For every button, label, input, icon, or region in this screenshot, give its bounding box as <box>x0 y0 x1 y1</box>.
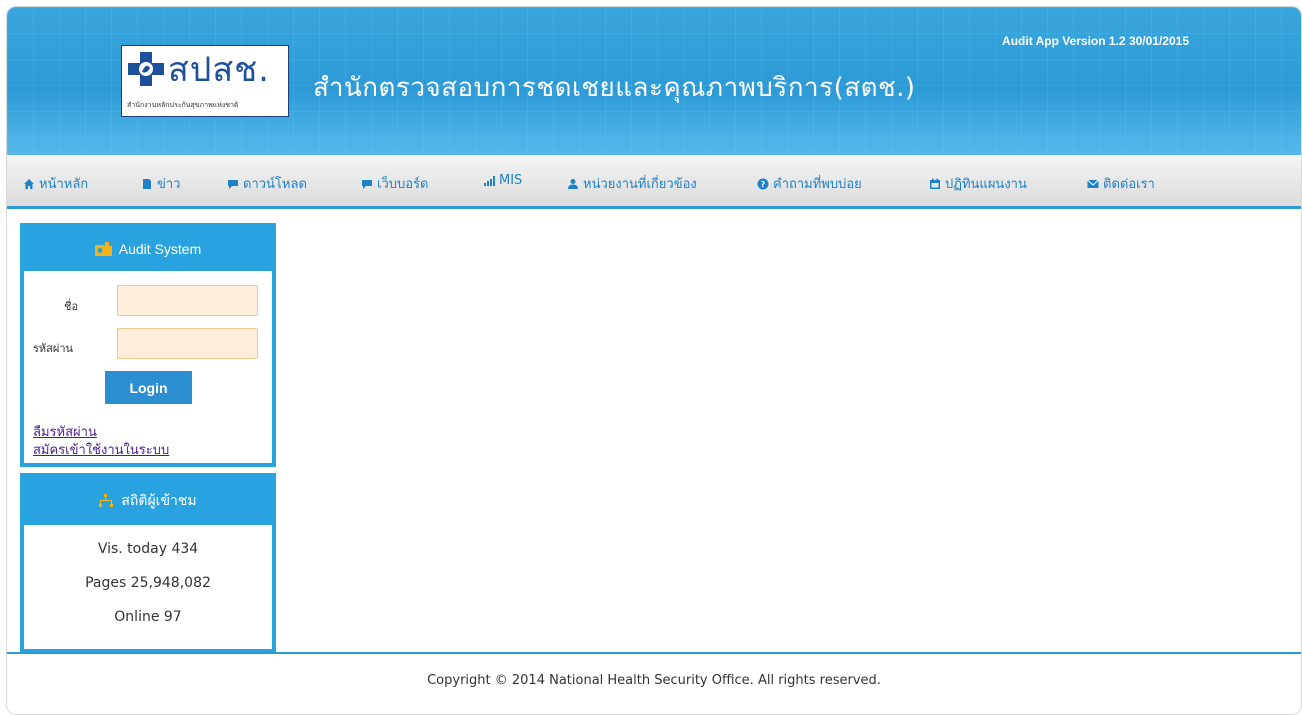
nav-item-calendar[interactable]: ปฏิทินแผนงาน <box>929 173 1027 194</box>
nav-item-related-agencies[interactable]: หน่วยงานที่เกี่ยวข้อง <box>567 173 697 194</box>
site-title: สำนักตรวจสอบการชดเชยและคุณภาพบริการ(สตช.… <box>313 73 916 103</box>
nav-label-faq: คำถามที่พบบ่อย <box>773 177 862 192</box>
name-label: ชื่อ <box>64 300 79 313</box>
visitor-stats-panel: สถิติผู้เข้าชม Vis. today 434 Pages 25,9… <box>20 473 276 653</box>
stats-panel-title: สถิติผู้เข้าชม <box>121 492 197 508</box>
stat-online: Online 97 <box>114 609 182 625</box>
nav-label-calendar: ปฏิทินแผนงาน <box>945 177 1027 192</box>
nav-label-news: ข่าว <box>157 177 181 192</box>
nav-item-faq[interactable]: ? คำถามที่พบบ่อย <box>757 173 862 194</box>
audit-form: ชื่อ รหัสผ่าน Login ลืมรหัสผ่าน สมัครเข้… <box>24 271 272 463</box>
audit-panel-header: Audit System <box>24 227 272 271</box>
stats-panel-header: สถิติผู้เข้าชม <box>24 477 272 525</box>
password-label: รหัสผ่าน <box>33 342 74 355</box>
nav-label-related-agencies: หน่วยงานที่เกี่ยวข้อง <box>583 177 697 192</box>
site-header: สปสช. สำนักงานหลักประกันสุขภาพแห่งชาติ ส… <box>7 7 1301 155</box>
stat-visits-today: Vis. today 434 <box>97 541 199 557</box>
nhso-logo[interactable]: สปสช. สำนักงานหลักประกันสุขภาพแห่งชาติ <box>121 45 289 117</box>
register-link[interactable]: สมัครเข้าใช้งานในระบบ <box>33 439 169 460</box>
envelope-icon <box>1087 179 1099 188</box>
nhso-cross-icon <box>128 52 164 86</box>
main-nav: หน้าหลัก ข่าว ดาวน์โหลด เว็บบอร์ด MIS หน… <box>7 155 1301 209</box>
stat-pages: Pages 25,948,082 <box>85 575 211 591</box>
nav-label-contact: ติดต่อเรา <box>1103 177 1155 192</box>
nav-item-contact[interactable]: ติดต่อเรา <box>1087 173 1155 194</box>
nav-label-mis: MIS <box>499 173 523 188</box>
calendar-icon <box>930 178 940 189</box>
audit-panel-title: Audit System <box>118 241 202 257</box>
footer-divider <box>7 652 1301 654</box>
audit-logo-icon <box>94 242 112 256</box>
logo-wordmark: สปสช. <box>168 50 270 90</box>
nav-label-home: หน้าหลัก <box>39 177 89 192</box>
nav-label-webboard: เว็บบอร์ด <box>377 177 429 192</box>
logo-subtitle: สำนักงานหลักประกันสุขภาพแห่งชาติ <box>127 101 239 109</box>
stats-body: Vis. today 434 Pages 25,948,082 Online 9… <box>24 525 272 649</box>
signal-icon <box>484 175 495 186</box>
page-frame: สปสช. สำนักงานหลักประกันสุขภาพแห่งชาติ ส… <box>6 6 1302 715</box>
comment-icon <box>228 179 238 189</box>
audit-login-panel: Audit System ชื่อ รหัสผ่าน Login ลืมรหัส… <box>20 223 276 467</box>
home-icon <box>24 178 34 189</box>
password-input[interactable] <box>117 328 258 359</box>
question-icon: ? <box>757 178 769 189</box>
footer-copyright: Copyright © 2014 National Health Securit… <box>427 673 881 688</box>
nav-label-download: ดาวน์โหลด <box>243 177 307 192</box>
document-icon <box>143 178 151 189</box>
app-version: Audit App Version 1.2 30/01/2015 <box>1002 34 1189 48</box>
nav-item-download[interactable]: ดาวน์โหลด <box>227 173 307 194</box>
user-icon <box>568 178 578 189</box>
nav-item-news[interactable]: ข่าว <box>141 173 181 194</box>
sitemap-icon <box>99 494 114 507</box>
nav-item-webboard[interactable]: เว็บบอร์ด <box>361 173 428 194</box>
login-button[interactable]: Login <box>105 371 192 404</box>
name-input[interactable] <box>117 285 258 316</box>
comment-icon <box>362 179 372 189</box>
nav-item-home[interactable]: หน้าหลัก <box>23 173 88 194</box>
nav-item-mis[interactable]: MIS <box>483 173 522 188</box>
svg-text:?: ? <box>761 180 766 189</box>
